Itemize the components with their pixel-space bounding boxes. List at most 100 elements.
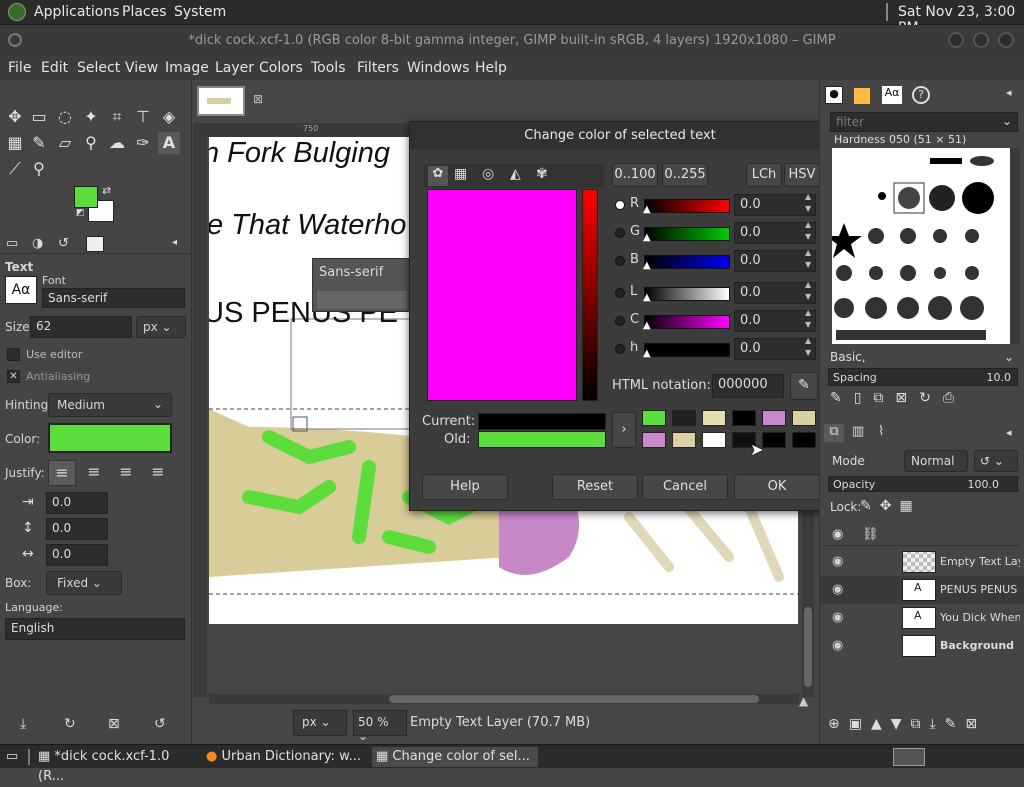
minimize-button[interactable]: [948, 32, 964, 48]
channel-radio[interactable]: [615, 228, 625, 238]
menu-filters[interactable]: Filters: [357, 60, 399, 76]
editor-style-buttons[interactable]: [317, 291, 407, 309]
menu-system[interactable]: System: [174, 4, 226, 20]
maximize-button[interactable]: [973, 32, 989, 48]
text-color-button[interactable]: [48, 423, 172, 453]
use-editor-checkbox[interactable]: [7, 348, 20, 361]
cmyk-selector-icon[interactable]: ▦: [454, 166, 467, 182]
font-preview-icon[interactable]: Aα: [5, 276, 37, 304]
spin-down-icon[interactable]: ▼: [805, 232, 811, 241]
justify-center-icon[interactable]: ≡: [112, 460, 140, 486]
window-titlebar[interactable]: *dick cock.xcf-1.0 (RGB color 8-bit gamm…: [0, 25, 1024, 56]
chevron-down-icon[interactable]: ⌄: [1004, 350, 1014, 364]
lch-button[interactable]: LCh: [746, 163, 782, 187]
fonts-tab-icon[interactable]: Aα: [882, 86, 902, 104]
history-swatch[interactable]: [642, 410, 666, 426]
close-button[interactable]: [998, 32, 1014, 48]
restore-options-icon[interactable]: ↻: [64, 716, 76, 732]
brush-scrollbar[interactable]: [1010, 148, 1020, 344]
line-spacing-input[interactable]: 0.0: [46, 518, 108, 540]
clone-icon[interactable]: ⚲: [80, 132, 102, 154]
blend-icon[interactable]: ▦: [4, 132, 26, 154]
lasso-icon[interactable]: ◌: [54, 106, 76, 128]
eyedropper-icon[interactable]: ✎: [790, 372, 818, 400]
history-swatch[interactable]: [642, 432, 666, 448]
history-swatch[interactable]: [672, 432, 696, 448]
mode-select[interactable]: Normal ⌄: [904, 450, 968, 482]
justify-fill-icon[interactable]: ≡: [144, 460, 172, 486]
lock-icons[interactable]: ✎✥▦: [860, 498, 921, 514]
spacing-slider[interactable]: Spacing 10.0: [828, 368, 1018, 386]
layer-actions-icons[interactable]: ⊕▣▲▼⧉⤓✎⊠: [828, 716, 1022, 736]
task-gimp[interactable]: ▦ *dick cock.xcf-1.0 (R...: [38, 747, 198, 784]
wheel-selector-icon[interactable]: ◎: [482, 166, 494, 182]
channel-radio[interactable]: [615, 344, 625, 354]
brush-grid[interactable]: [826, 148, 1010, 344]
layers-config-icon[interactable]: ◂: [1006, 426, 1012, 439]
delete-options-icon[interactable]: ⊠: [108, 716, 120, 732]
task-browser[interactable]: ● Urban Dictionary: w...: [206, 747, 366, 767]
history-swatch[interactable]: [672, 410, 696, 426]
history-swatch[interactable]: [732, 410, 756, 426]
triangle-selector-icon[interactable]: ◭: [510, 166, 521, 182]
text-tool-icon[interactable]: A: [158, 132, 180, 154]
text-box-frame[interactable]: [290, 318, 422, 430]
history-swatch[interactable]: [762, 432, 786, 448]
range-100-button[interactable]: 0..100: [612, 163, 658, 187]
horizontal-scrollbar[interactable]: [209, 694, 799, 704]
spin-up-icon[interactable]: ▲: [805, 308, 811, 317]
menu-tools[interactable]: Tools: [311, 60, 346, 76]
opacity-slider[interactable]: Opacity 100.0: [828, 476, 1018, 492]
swap-colors-icon[interactable]: ⇄: [102, 184, 111, 197]
spin-up-icon[interactable]: ▲: [805, 280, 811, 289]
html-notation-input[interactable]: 000000: [712, 374, 784, 398]
configure-tab-icon[interactable]: ◂: [172, 237, 177, 248]
rect-select-icon[interactable]: ▭: [28, 106, 50, 128]
task-color-dialog[interactable]: ▦ Change color of sel...: [372, 747, 538, 767]
menu-layer[interactable]: Layer: [215, 60, 254, 76]
channel-value[interactable]: 0.0: [734, 310, 816, 332]
menu-help[interactable]: Help: [475, 60, 507, 76]
spin-down-icon[interactable]: ▼: [805, 204, 811, 213]
watercolor-selector-icon[interactable]: ✾: [536, 166, 548, 182]
brush-actions-icons[interactable]: ✎▯⧉⊠↻⎙: [830, 390, 1020, 410]
size-input[interactable]: 62: [30, 316, 132, 338]
spin-down-icon[interactable]: ▼: [805, 320, 811, 329]
help-button[interactable]: Help: [422, 474, 508, 500]
channel-radio[interactable]: [615, 316, 625, 326]
fuzzy-select-icon[interactable]: ✦: [80, 106, 102, 128]
reset-options-icon[interactable]: ↺: [154, 716, 166, 732]
history-swatch[interactable]: [702, 432, 726, 448]
menu-applications[interactable]: Applications: [34, 4, 120, 20]
reset-colors-icon[interactable]: ◩: [76, 208, 85, 218]
channel-value[interactable]: 0.0: [734, 282, 816, 304]
spin-down-icon[interactable]: ▼: [805, 292, 811, 301]
workspace-switcher[interactable]: [893, 748, 925, 766]
channel-slider[interactable]: [644, 255, 730, 269]
tool-options-tab-icon[interactable]: ▭: [6, 236, 18, 251]
mode-reset-icon[interactable]: ↺ ⌄: [974, 450, 1018, 472]
paths-icon[interactable]: ✑: [132, 132, 154, 154]
history-swatch[interactable]: [792, 432, 816, 448]
on-canvas-text-editor[interactable]: Sans-serif: [312, 258, 412, 312]
undo-tab-icon[interactable]: ↺: [58, 236, 69, 251]
ok-button[interactable]: OK: [734, 474, 820, 500]
menu-places[interactable]: Places: [122, 4, 167, 20]
hsv-button[interactable]: HSV: [784, 163, 820, 187]
spin-up-icon[interactable]: ▲: [805, 336, 811, 345]
channel-radio[interactable]: [615, 256, 625, 266]
size-unit-select[interactable]: px ⌄: [136, 316, 186, 338]
eraser-icon[interactable]: ▱: [54, 132, 76, 154]
cancel-button[interactable]: Cancel: [642, 474, 728, 500]
zoom-select[interactable]: 50 % ⌄: [353, 710, 407, 743]
layers-tab-icon[interactable]: ⧉: [824, 424, 844, 442]
add-to-history-icon[interactable]: ›: [612, 412, 636, 448]
channel-slider[interactable]: [644, 315, 730, 329]
foreground-color-swatch[interactable]: [74, 186, 98, 208]
language-input[interactable]: English: [5, 618, 185, 640]
image-tab-thumbnail[interactable]: [197, 86, 245, 116]
bucket-icon[interactable]: ◈: [158, 106, 180, 128]
spin-up-icon[interactable]: ▲: [805, 248, 811, 257]
history-swatch[interactable]: [702, 410, 726, 426]
color-picker-area[interactable]: [427, 189, 577, 401]
